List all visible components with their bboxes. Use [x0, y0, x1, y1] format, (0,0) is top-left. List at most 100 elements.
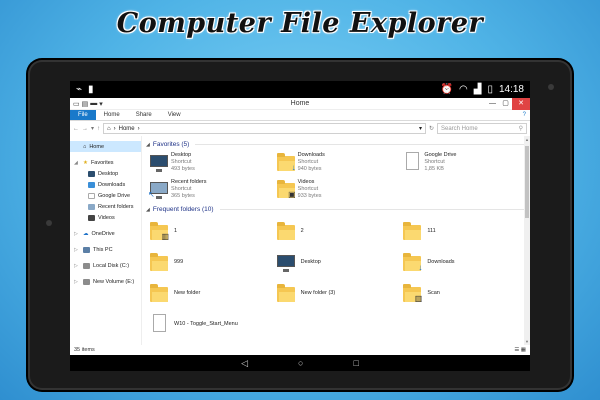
- list-item[interactable]: ▥ 1: [146, 215, 273, 246]
- tab-view[interactable]: View: [160, 110, 189, 120]
- item-type: Shortcut: [171, 159, 192, 165]
- address-bar[interactable]: ⌂ › Home › ▾: [103, 123, 426, 134]
- breadcrumb-home[interactable]: Home: [119, 126, 135, 132]
- computer-icon: [83, 246, 90, 253]
- sidebar-item-google-drive[interactable]: Google Drive: [70, 190, 141, 201]
- list-item[interactable]: Desktop: [273, 246, 400, 277]
- home-nav-icon[interactable]: ○: [298, 358, 303, 368]
- tiles-view-icon[interactable]: ▦: [521, 347, 526, 353]
- expand-arrow-icon[interactable]: ▷: [74, 247, 80, 253]
- list-item[interactable]: Desktop Shortcut 493 bytes: [146, 150, 273, 177]
- up-icon[interactable]: ↑: [97, 126, 100, 132]
- recent-locations-icon[interactable]: ▾: [91, 125, 94, 132]
- item-size: 933 bytes: [297, 193, 322, 199]
- recents-nav-icon[interactable]: □: [353, 358, 358, 368]
- scrollbar-thumb[interactable]: [525, 146, 529, 218]
- collapse-caret-icon[interactable]: ◢: [146, 207, 150, 213]
- front-camera: [46, 220, 52, 226]
- back-nav-icon[interactable]: ◁: [241, 358, 248, 369]
- folder-icon: [403, 221, 422, 241]
- folder-icon: [276, 221, 295, 241]
- breadcrumb-separator-icon: ›: [113, 125, 116, 132]
- tab-file[interactable]: File: [70, 110, 96, 120]
- item-name: Google Drive: [424, 152, 457, 158]
- search-input[interactable]: Search Home ⚲: [437, 123, 527, 134]
- list-item[interactable]: W10 - Toggle_Start_Menu: [146, 308, 399, 339]
- help-icon[interactable]: ?: [519, 110, 530, 120]
- sidebar-item-recent-folders[interactable]: Recent folders: [70, 201, 141, 212]
- refresh-icon[interactable]: ↻: [429, 125, 434, 132]
- details-view-icon[interactable]: ☰: [514, 347, 519, 353]
- address-dropdown-icon[interactable]: ▾: [419, 125, 422, 132]
- tablet-screen: ⌁ ▮ ⏰ ◠ ▟ ▯ 14:18 ▭ ▤ ▬ ▾ Home — ▢ ✕ Fil…: [70, 81, 530, 371]
- window-status-bar: 35 items ☰ ▦: [70, 345, 530, 355]
- tab-home[interactable]: Home: [96, 110, 128, 120]
- sidebar-item-label: Recent folders: [98, 203, 134, 210]
- android-status-bar: ⌁ ▮ ⏰ ◠ ▟ ▯ 14:18: [70, 81, 530, 98]
- list-item[interactable]: Google Drive Shortcut 1,85 KB: [399, 150, 526, 177]
- alarm-icon: ⏰: [440, 84, 454, 95]
- clock: 14:18: [498, 84, 524, 95]
- folder-icon: ▥: [403, 283, 422, 303]
- sidebar-item-favorites[interactable]: ◢ ★ Favorites: [70, 157, 141, 168]
- sidebar-item-onedrive[interactable]: ▷ ☁ OneDrive: [70, 228, 141, 239]
- cloud-icon: ☁: [83, 230, 89, 237]
- recent-folders-icon: ↖: [148, 179, 168, 199]
- back-icon[interactable]: ←: [73, 126, 79, 132]
- address-toolbar: ← → ▾ ↑ ⌂ › Home › ▾ ↻ Search Home ⚲: [70, 121, 530, 136]
- list-item[interactable]: ↖ Recent folders Shortcut 365 bytes: [146, 177, 273, 204]
- list-item[interactable]: 999: [146, 246, 273, 277]
- favorites-grid: Desktop Shortcut 493 bytes ↓ Downloads Shor…: [146, 150, 526, 204]
- group-divider: [195, 144, 526, 145]
- item-type: Shortcut: [297, 186, 319, 192]
- list-item[interactable]: ▥ Scan: [399, 277, 526, 308]
- favorites-group-header[interactable]: ◢ Favorites (5): [146, 139, 526, 150]
- tab-share[interactable]: Share: [128, 110, 160, 120]
- item-name: 111: [427, 227, 436, 234]
- list-item[interactable]: ↓ Downloads Shortcut 940 bytes: [273, 150, 400, 177]
- tablet-frame: ⌁ ▮ ⏰ ◠ ▟ ▯ 14:18 ▭ ▤ ▬ ▾ Home — ▢ ✕ Fil…: [28, 60, 572, 390]
- item-name: Videos: [297, 179, 315, 185]
- item-name: Desktop: [171, 152, 192, 158]
- item-size: 1,85 KB: [424, 166, 444, 172]
- expand-arrow-icon[interactable]: ▷: [74, 279, 80, 285]
- scroll-up-icon[interactable]: ▲: [524, 137, 530, 142]
- desktop-icon: [150, 152, 168, 172]
- group-title: Favorites (5): [152, 141, 190, 148]
- group-divider: [219, 209, 526, 210]
- list-item[interactable]: 2: [273, 215, 400, 246]
- sidebar-item-label: OneDrive: [91, 230, 115, 237]
- item-type: Shortcut: [171, 186, 192, 192]
- folder-icon: [276, 283, 295, 303]
- expand-arrow-icon[interactable]: ▷: [74, 231, 80, 237]
- sidebar-item-this-pc[interactable]: ▷ This PC: [70, 244, 141, 255]
- sidebar-item-videos[interactable]: Videos: [70, 212, 141, 223]
- vertical-scrollbar[interactable]: ▲ ▼: [524, 136, 530, 345]
- sidebar-item-new-volume[interactable]: ▷ New Volume (E:): [70, 276, 141, 287]
- collapse-arrow-icon[interactable]: ◢: [74, 160, 80, 166]
- item-name: Downloads: [297, 152, 325, 158]
- scroll-down-icon[interactable]: ▼: [524, 339, 530, 344]
- item-type: Shortcut: [424, 159, 445, 165]
- signal-icon: ▟: [473, 84, 482, 95]
- battery-icon: ▯: [487, 84, 493, 95]
- breadcrumb-chevron-icon[interactable]: ›: [138, 126, 140, 132]
- list-item[interactable]: New folder (3): [273, 277, 400, 308]
- frequent-group-header[interactable]: ◢ Frequent folders (10): [146, 204, 526, 215]
- wifi-icon: ◠: [459, 84, 468, 95]
- list-item[interactable]: ↓ Downloads: [399, 246, 526, 277]
- window-titlebar: ▭ ▤ ▬ ▾ Home — ▢ ✕: [70, 97, 530, 110]
- drive-icon: [83, 262, 90, 269]
- sidebar-item-downloads[interactable]: Downloads: [70, 179, 141, 190]
- navigation-pane: ⌂ Home ◢ ★ Favorites Desktop Downloads G…: [70, 136, 142, 345]
- sidebar-item-local-disk[interactable]: ▷ Local Disk (C:): [70, 260, 141, 271]
- list-item[interactable]: New folder: [146, 277, 273, 308]
- sidebar-item-home[interactable]: ⌂ Home: [70, 141, 141, 152]
- home-icon: ⌂: [83, 143, 87, 150]
- expand-arrow-icon[interactable]: ▷: [74, 263, 80, 269]
- list-item[interactable]: ▣ Videos Shortcut 933 bytes: [273, 177, 400, 204]
- collapse-caret-icon[interactable]: ◢: [146, 142, 150, 148]
- list-item[interactable]: 111: [399, 215, 526, 246]
- sidebar-item-desktop[interactable]: Desktop: [70, 168, 141, 179]
- forward-icon[interactable]: →: [82, 126, 88, 132]
